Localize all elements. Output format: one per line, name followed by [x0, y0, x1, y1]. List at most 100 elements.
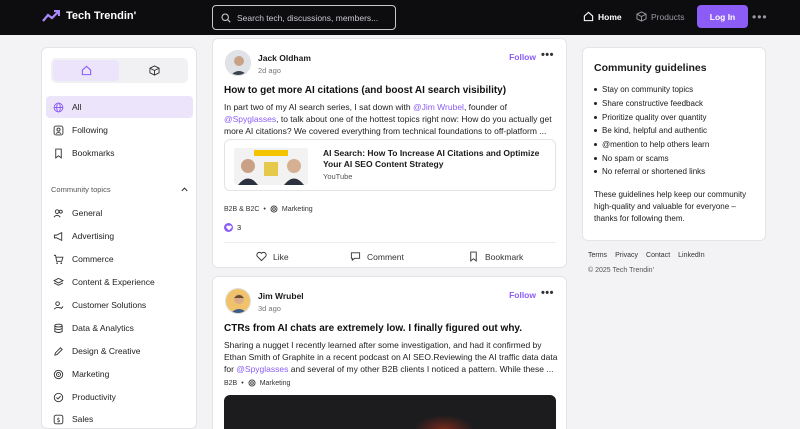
sidebar-topic-label: Content & Experience — [72, 277, 155, 287]
sidebar-topic-advertising[interactable]: Advertising — [46, 225, 193, 247]
home-icon — [583, 11, 594, 22]
sidebar-topic-sales[interactable]: $ Sales — [46, 408, 193, 428]
nav-home-label: Home — [598, 11, 622, 22]
globe-icon — [53, 102, 64, 113]
user-check-icon — [53, 300, 64, 311]
sidebar-topic-content-experience[interactable]: Content & Experience — [46, 271, 193, 293]
bookmark-icon — [53, 148, 64, 159]
author-name[interactable]: Jack Oldham — [258, 53, 311, 63]
link-preview-source: YouTube — [323, 172, 353, 181]
like-label: Like — [273, 251, 289, 262]
sidebar-item-all[interactable]: All — [46, 96, 193, 118]
sidebar-topic-customer-solutions[interactable]: Customer Solutions — [46, 294, 193, 316]
avatar[interactable] — [225, 50, 251, 76]
mention-link[interactable]: @Spyglasses — [236, 364, 288, 374]
feed-toggle — [51, 58, 188, 83]
check-circle-icon — [53, 392, 64, 403]
nav-products[interactable]: Products — [636, 11, 685, 22]
footer-link-terms[interactable]: Terms — [588, 252, 607, 259]
dollar-icon: $ — [53, 414, 64, 425]
tag-topic[interactable]: Marketing — [282, 206, 313, 213]
tag-audience[interactable]: B2B — [224, 380, 237, 387]
sidebar-item-following[interactable]: Following — [46, 119, 193, 141]
post-time: 2d ago — [258, 66, 281, 75]
search-input[interactable] — [237, 12, 387, 23]
login-button[interactable]: Log In — [697, 5, 748, 28]
sidebar-item-bookmarks[interactable]: Bookmarks — [46, 142, 193, 164]
footer-link-contact[interactable]: Contact — [646, 252, 670, 259]
post-card[interactable]: Jack Oldham 2d ago Follow ••• How to get… — [212, 38, 567, 268]
mention-link[interactable]: @Jim Wrubel — [413, 102, 464, 112]
footer-link-linkedin[interactable]: LinkedIn — [678, 252, 704, 259]
cart-icon — [53, 254, 64, 265]
svg-text:$: $ — [56, 415, 60, 423]
post-time: 3d ago — [258, 304, 281, 313]
post-menu-icon[interactable]: ••• — [541, 287, 554, 299]
tag-audience[interactable]: B2B & B2C — [224, 206, 259, 213]
footer-links: Terms Privacy Contact LinkedIn — [588, 252, 705, 259]
search-icon — [221, 12, 231, 23]
guideline-item: @mention to help others learn — [594, 138, 709, 152]
footer-link-privacy[interactable]: Privacy — [615, 252, 638, 259]
avatar[interactable] — [225, 288, 251, 314]
logo[interactable]: Tech Trendin' — [42, 10, 136, 22]
post-card[interactable]: Jim Wrubel 3d ago Follow ••• CTRs from A… — [212, 276, 567, 429]
reaction-count[interactable]: 3 — [224, 223, 241, 232]
community-topics-header[interactable]: Community topics — [51, 185, 189, 194]
brand-name: Tech Trendin' — [66, 10, 137, 22]
author-name[interactable]: Jim Wrubel — [258, 291, 304, 301]
sidebar-topic-label: Design & Creative — [72, 346, 141, 356]
guideline-item: Be kind, helpful and authentic — [594, 124, 709, 138]
feed-toggle-home[interactable] — [53, 60, 119, 81]
cube-icon — [636, 11, 647, 22]
guidelines-footer: These guidelines help keep our community… — [594, 190, 747, 223]
megaphone-icon — [53, 231, 64, 242]
sidebar-topic-label: Marketing — [72, 369, 110, 379]
post-body[interactable]: Sharing a nugget I recently learned afte… — [224, 339, 559, 375]
post-menu-icon[interactable]: ••• — [541, 49, 554, 61]
guidelines-title: Community guidelines — [594, 62, 707, 74]
guideline-item: Stay on community topics — [594, 83, 709, 97]
video-thumbnail — [234, 148, 308, 185]
trend-logo-icon — [42, 10, 60, 22]
search-box[interactable] — [212, 5, 396, 30]
guidelines-list: Stay on community topics Share construct… — [594, 83, 709, 179]
target-icon — [53, 369, 64, 380]
guideline-item: Prioritize quality over quantity — [594, 110, 709, 124]
sidebar-topic-marketing[interactable]: Marketing — [46, 363, 193, 385]
sidebar-topic-productivity[interactable]: Productivity — [46, 386, 193, 408]
cube-icon — [148, 65, 160, 76]
sidebar-topic-general[interactable]: General — [46, 202, 193, 224]
nav-home[interactable]: Home — [583, 11, 622, 22]
sidebar-topic-commerce[interactable]: Commerce — [46, 248, 193, 270]
bookmark-label: Bookmark — [485, 251, 524, 262]
sidebar: All Following Bookmarks Community topics… — [41, 47, 197, 429]
follow-button[interactable]: Follow — [509, 52, 536, 62]
users-icon — [53, 208, 64, 219]
feed-toggle-products[interactable] — [121, 60, 187, 81]
target-icon — [248, 379, 256, 387]
sidebar-topic-design-creative[interactable]: Design & Creative — [46, 340, 193, 362]
mention-link[interactable]: @Spyglasses — [224, 114, 276, 124]
sidebar-topic-label: General — [72, 208, 103, 218]
guideline-item: No spam or scams — [594, 151, 709, 165]
post-body-text: and several of my other B2B clients I no… — [288, 364, 554, 374]
media-image — [414, 415, 474, 429]
post-media[interactable] — [224, 395, 556, 429]
post-body-text: In part two of my AI search series, I sa… — [224, 102, 413, 112]
post-body[interactable]: In part two of my AI search series, I sa… — [224, 101, 559, 137]
comment-icon — [350, 252, 361, 262]
sidebar-topic-label: Data & Analytics — [72, 323, 134, 333]
bookmark-button[interactable]: Bookmark — [468, 251, 523, 262]
post-title[interactable]: CTRs from AI chats are extremely low. I … — [224, 323, 522, 334]
more-menu-icon[interactable]: ••• — [752, 10, 768, 24]
comment-button[interactable]: Comment — [350, 251, 404, 262]
link-preview[interactable]: AI Search: How To Increase AI Citations … — [224, 139, 556, 191]
tag-topic[interactable]: Marketing — [260, 380, 291, 387]
sidebar-topic-data-analytics[interactable]: Data & Analytics — [46, 317, 193, 339]
sidebar-item-label: Bookmarks — [72, 148, 115, 158]
like-button[interactable]: Like — [256, 251, 289, 262]
post-title[interactable]: How to get more AI citations (and boost … — [224, 85, 506, 96]
follow-button[interactable]: Follow — [509, 290, 536, 300]
sidebar-topic-label: Advertising — [72, 231, 115, 241]
